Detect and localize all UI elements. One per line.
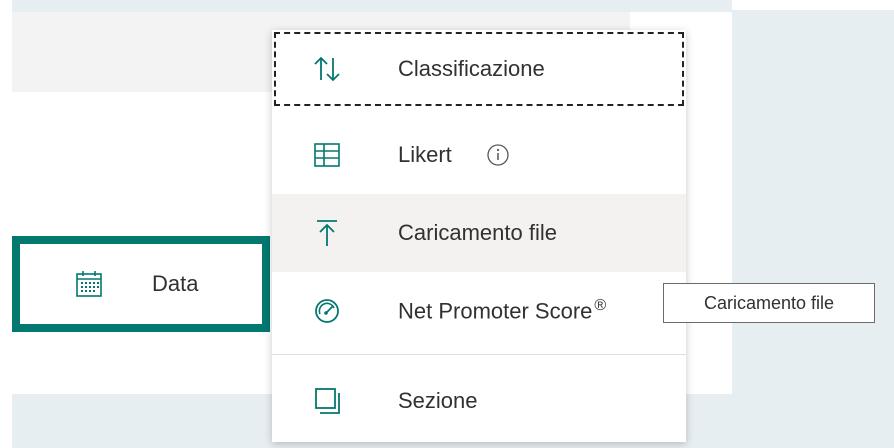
likert-grid-icon (312, 140, 342, 170)
menu-divider (272, 354, 686, 355)
question-type-menu: Classificazione Likert Caricamento file … (272, 30, 686, 442)
menu-item-label: Sezione (398, 388, 478, 413)
info-icon[interactable] (486, 143, 510, 167)
menu-item-net-promoter-score[interactable]: Net Promoter Score ® (272, 272, 686, 350)
menu-item-label: Net Promoter Score ® (398, 297, 606, 324)
page-edge-left (0, 0, 12, 448)
section-icon (312, 386, 342, 416)
registered-mark: ® (594, 297, 607, 315)
calendar-icon (74, 269, 104, 299)
menu-item-label: Classificazione (398, 56, 545, 81)
upload-icon (312, 218, 342, 248)
menu-item-likert[interactable]: Likert (272, 116, 686, 194)
menu-item-label: Caricamento file (398, 220, 557, 245)
nps-label-text: Net Promoter Score (398, 298, 593, 324)
menu-item-label: Likert (398, 142, 452, 167)
menu-item-section[interactable]: Sezione (272, 362, 686, 440)
date-question-button[interactable]: Data (12, 236, 270, 332)
page-edge-top-right (732, 0, 894, 10)
gauge-icon (312, 296, 342, 326)
ranking-icon (312, 54, 342, 84)
tooltip: Caricamento file (663, 283, 875, 323)
menu-item-file-upload[interactable]: Caricamento file (272, 194, 686, 272)
date-question-label: Data (152, 271, 199, 296)
menu-item-ranking[interactable]: Classificazione (272, 30, 686, 108)
